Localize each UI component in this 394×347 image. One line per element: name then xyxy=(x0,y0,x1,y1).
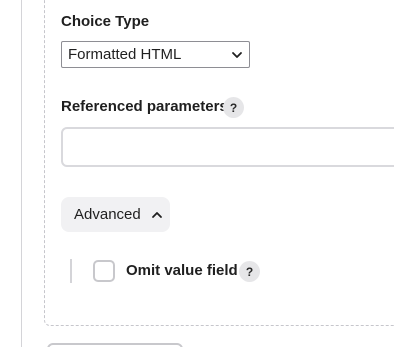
advanced-section-indent-bar xyxy=(70,259,72,283)
choice-type-label: Choice Type xyxy=(61,13,150,30)
partial-button[interactable] xyxy=(47,343,183,347)
advanced-label: Advanced xyxy=(74,206,141,223)
referenced-parameters-help-icon[interactable]: ? xyxy=(223,97,244,118)
advanced-toggle-button[interactable]: Advanced xyxy=(61,197,170,232)
choice-type-select[interactable]: Formatted HTML xyxy=(61,41,250,68)
omit-value-field-checkbox[interactable] xyxy=(93,260,115,282)
omit-value-field-help-icon[interactable]: ? xyxy=(239,261,260,282)
page: Choice Type Formatted HTML Referenced pa… xyxy=(0,0,394,347)
referenced-parameters-input[interactable] xyxy=(61,127,394,167)
choice-type-selected-value: Formatted HTML xyxy=(68,46,182,63)
chevron-up-icon xyxy=(151,209,163,221)
outer-divider xyxy=(21,0,22,347)
referenced-parameters-label: Referenced parameters xyxy=(61,98,228,115)
omit-value-field-label: Omit value field xyxy=(126,262,238,279)
chevron-down-icon xyxy=(231,49,243,61)
